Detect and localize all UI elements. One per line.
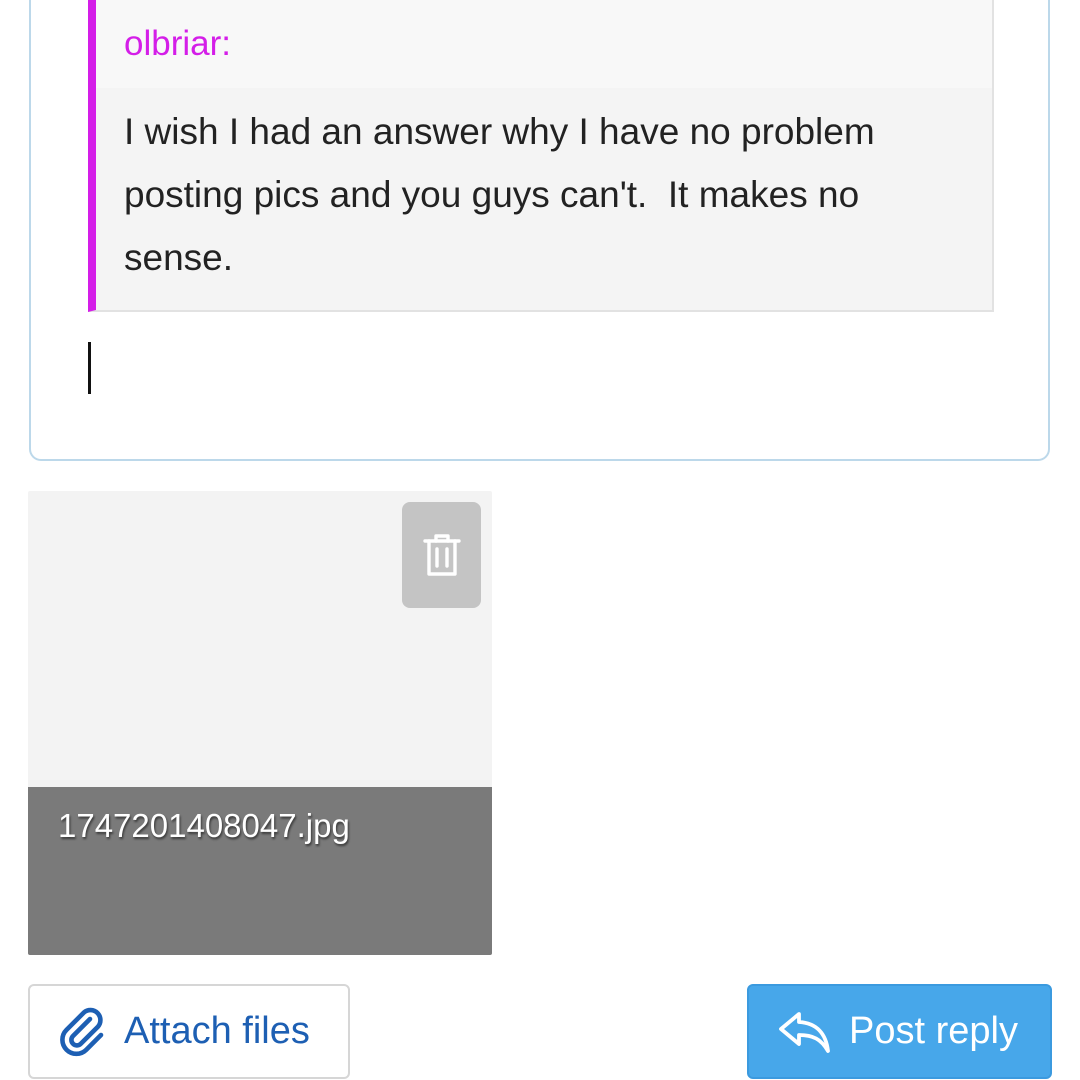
- post-reply-button[interactable]: Post reply: [747, 984, 1052, 1079]
- quote-author[interactable]: olbriar:: [124, 24, 231, 64]
- post-reply-label: Post reply: [849, 1010, 1018, 1052]
- attachment-caption: 1747201408047.jpg: [28, 787, 492, 955]
- message-editor[interactable]: olbriar: I wish I had an answer why I ha…: [29, 0, 1050, 461]
- quote-header: olbriar:: [96, 0, 992, 88]
- attachment-thumbnail[interactable]: 1747201408047.jpg: [28, 491, 492, 955]
- paperclip-icon: [60, 1007, 104, 1056]
- reply-icon: [779, 1011, 830, 1053]
- quote-text: I wish I had an answer why I have no pro…: [124, 111, 875, 278]
- reply-composer: olbriar: I wish I had an answer why I ha…: [0, 0, 1080, 1080]
- attachment-filename: 1747201408047.jpg: [58, 807, 350, 844]
- attach-files-button[interactable]: Attach files: [28, 984, 350, 1079]
- text-cursor: [88, 342, 91, 394]
- attach-files-label: Attach files: [124, 1010, 310, 1052]
- trash-icon: [422, 534, 461, 576]
- delete-attachment-button[interactable]: [402, 502, 481, 608]
- quote-block: olbriar: I wish I had an answer why I ha…: [88, 0, 994, 312]
